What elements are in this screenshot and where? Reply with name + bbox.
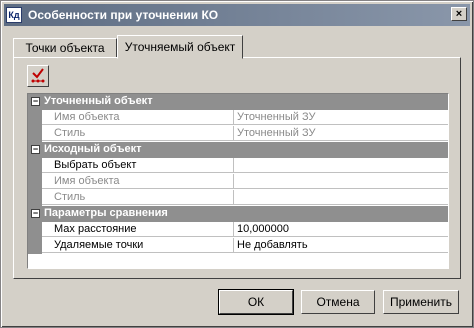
property-value: Уточненный ЗУ [234, 126, 448, 141]
close-button[interactable]: × [451, 7, 467, 21]
property-grid: − Уточненный объект Имя объекта Уточненн… [27, 93, 449, 269]
collapse-icon[interactable]: − [31, 145, 40, 154]
ok-button[interactable]: ОК [218, 289, 294, 315]
property-row: Стиль [28, 190, 448, 206]
property-row[interactable]: Удаляемые точки Не добавлять [28, 238, 448, 254]
select-object-value[interactable] [234, 158, 448, 173]
property-row: Имя объекта Уточненный ЗУ [28, 110, 448, 126]
removed-points-select[interactable]: Не добавлять [234, 238, 448, 253]
row-indent [28, 238, 42, 254]
row-indent [28, 190, 42, 206]
property-name: Имя объекта [42, 174, 234, 189]
dialog-window: Кд Особенности при уточнении КО × Точки … [0, 0, 474, 328]
app-icon: Кд [6, 7, 22, 23]
property-name: Мах расстояние [42, 222, 234, 237]
property-name: Имя объекта [42, 110, 234, 125]
property-value [234, 190, 448, 205]
tab-refined-object[interactable]: Уточняемый объект [117, 35, 243, 59]
section-comparison-params[interactable]: − Параметры сравнения [28, 206, 448, 222]
checkmark-points-icon [31, 68, 45, 83]
window-title: Особенности при уточнении КО [28, 8, 219, 22]
section-refined-object[interactable]: − Уточненный объект [28, 94, 448, 110]
cancel-button[interactable]: Отмена [301, 290, 375, 314]
property-row[interactable]: Мах расстояние 10,000000 [28, 222, 448, 238]
title-bar[interactable]: Кд Особенности при уточнении КО × [4, 4, 470, 26]
row-indent [28, 110, 42, 126]
property-row: Имя объекта [28, 174, 448, 190]
section-source-object[interactable]: − Исходный объект [28, 142, 448, 158]
row-indent [28, 126, 42, 142]
property-row[interactable]: Выбрать объект [28, 158, 448, 174]
property-name: Выбрать объект [42, 158, 234, 173]
row-indent [28, 158, 42, 174]
collapse-icon[interactable]: − [31, 97, 40, 106]
section-title: Уточненный объект [44, 95, 153, 107]
property-value: Уточненный ЗУ [234, 110, 448, 125]
property-value [234, 174, 448, 189]
section-title: Исходный объект [44, 143, 142, 155]
property-name: Стиль [42, 190, 234, 205]
apply-button[interactable]: Применить [383, 290, 459, 314]
select-points-button[interactable] [27, 65, 49, 87]
collapse-icon[interactable]: − [31, 209, 40, 218]
row-indent [28, 174, 42, 190]
property-row: Стиль Уточненный ЗУ [28, 126, 448, 142]
property-name: Стиль [42, 126, 234, 141]
tab-object-points[interactable]: Точки объекта [13, 38, 117, 58]
max-distance-field[interactable]: 10,000000 [234, 222, 448, 237]
section-title: Параметры сравнения [44, 207, 168, 219]
row-indent [28, 222, 42, 238]
property-name: Удаляемые точки [42, 238, 234, 253]
